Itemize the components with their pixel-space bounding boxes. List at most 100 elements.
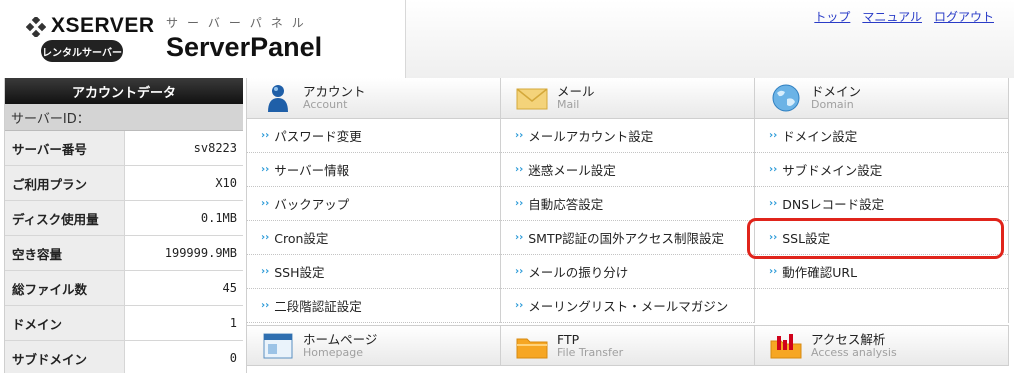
menu-item-label: ドメイン設定 — [782, 129, 858, 144]
panel-kana: サーバーパネル — [166, 16, 313, 30]
globe-icon — [772, 84, 800, 112]
menu-item-label: メールアカウント設定 — [528, 129, 654, 144]
row-label: ご利用プラン — [5, 166, 125, 200]
section-title: アカウント — [303, 84, 366, 99]
menu-item-auto-reply[interactable]: ›› 自動応答設定 — [501, 187, 754, 221]
webpage-icon — [263, 333, 293, 358]
menu-item-backup[interactable]: ›› バックアップ — [247, 187, 500, 221]
arrow-icon: ›› — [515, 266, 524, 277]
menu-item-label: Cron設定 — [274, 231, 329, 246]
section-title: FTP — [557, 331, 580, 347]
row-label: ドメイン — [5, 306, 125, 340]
row-value: 0 — [125, 341, 243, 373]
domain-header: ドメイン Domain — [755, 78, 1008, 119]
arrow-icon: ›› — [769, 232, 778, 243]
bottom-section-row: ホームページ Homepage FTP File Transfer アクセス解析… — [247, 325, 1014, 373]
section-subtitle: File Transfer — [557, 345, 624, 359]
menu-item-dns[interactable]: ›› DNSレコード設定 — [755, 187, 1008, 221]
arrow-icon: ›› — [261, 164, 270, 175]
row-value: 45 — [125, 271, 243, 305]
row-label: ディスク使用量 — [5, 201, 125, 235]
account-header: アカウント Account — [247, 78, 500, 119]
account-data-sidebar: アカウントデータ サーバーID： サーバー番号 sv8223 ご利用プラン X10 … — [4, 78, 243, 373]
row-label: サーバー番号 — [5, 131, 125, 165]
menu-item-cron[interactable]: ›› Cron設定 — [247, 221, 500, 255]
menu-item-password[interactable]: ›› パスワード変更 — [247, 119, 500, 153]
ftp-header[interactable]: FTP File Transfer — [501, 325, 755, 366]
row-value: X10 — [125, 166, 243, 200]
menu-item-smtp-restrict[interactable]: ›› SMTP認証の国外アクセス制限設定 — [501, 221, 754, 255]
sidebar-title: アカウントデータ — [5, 78, 243, 104]
access-analysis-header[interactable]: アクセス解析 Access analysis — [755, 325, 1009, 366]
homepage-header[interactable]: ホームページ Homepage — [247, 325, 501, 366]
menu-item-label: バックアップ — [274, 197, 350, 212]
menu-item-mail-account[interactable]: ›› メールアカウント設定 — [501, 119, 754, 153]
row-value: 199999.9MB — [125, 236, 243, 270]
sidebar-row: ディスク使用量 0.1MB — [5, 201, 243, 236]
section-subtitle: Mail — [557, 98, 580, 111]
brand-name: XSERVER — [51, 14, 155, 37]
menu-item-server-info[interactable]: ›› サーバー情報 — [247, 153, 500, 187]
arrow-icon: ›› — [769, 198, 778, 209]
menu-item-label: 二段階認証設定 — [274, 299, 362, 314]
menu-item-domain-settings[interactable]: ›› ドメイン設定 — [755, 119, 1008, 153]
menu-item-label: メーリングリスト・メールマガジン — [528, 299, 729, 314]
menu-item-label: メールの振り分け — [528, 265, 629, 280]
arrow-icon: ›› — [261, 300, 270, 311]
row-value: 1 — [125, 306, 243, 340]
arrow-icon: ›› — [261, 130, 270, 141]
top-nav: トップ マニュアル ログアウト — [814, 8, 994, 25]
empty-cell — [755, 289, 1008, 323]
arrow-icon: ›› — [769, 164, 778, 175]
section-title: ドメイン — [811, 84, 862, 99]
row-label: サブドメイン — [5, 341, 125, 373]
arrow-icon: ›› — [261, 232, 270, 243]
menu-item-mailing-list[interactable]: ›› メーリングリスト・メールマガジン — [501, 289, 754, 323]
menu-item-label: サーバー情報 — [274, 163, 350, 178]
rental-badge: レンタルサーバー — [41, 40, 123, 62]
section-subtitle: Account — [303, 98, 348, 111]
logo-area: XSERVER レンタルサーバー サーバーパネル ServerPanel — [0, 0, 405, 78]
section-subtitle: Homepage — [303, 345, 363, 359]
menu-item-label: DNSレコード設定 — [782, 197, 885, 212]
panel-title: ServerPanel — [166, 32, 323, 62]
section-title: アクセス解析 — [811, 331, 886, 347]
menu-item-spam[interactable]: ›› 迷惑メール設定 — [501, 153, 754, 187]
nav-top-link[interactable]: トップ — [814, 8, 850, 25]
domain-section: ドメイン Domain ›› ドメイン設定 ›› サブドメイン設定 ›› DNS… — [755, 78, 1009, 323]
account-section: アカウント Account ›› パスワード変更 ›› サーバー情報 ›› バッ… — [247, 78, 501, 323]
menu-item-subdomain[interactable]: ›› サブドメイン設定 — [755, 153, 1008, 187]
arrow-icon: ›› — [261, 266, 270, 277]
menu-item-two-factor[interactable]: ›› 二段階認証設定 — [247, 289, 500, 323]
sidebar-row: サブドメイン 0 — [5, 341, 243, 373]
sidebar-row: ご利用プラン X10 — [5, 166, 243, 201]
menu-item-label: SMTP認証の国外アクセス制限設定 — [528, 231, 725, 246]
nav-manual-link[interactable]: マニュアル — [862, 8, 922, 25]
arrow-icon: ›› — [515, 300, 524, 311]
menu-item-mail-filter[interactable]: ›› メールの振り分け — [501, 255, 754, 289]
nav-logout-link[interactable]: ログアウト — [934, 8, 994, 25]
header: XSERVER レンタルサーバー サーバーパネル ServerPanel トップ… — [0, 0, 1014, 78]
arrow-icon: ›› — [769, 266, 778, 277]
sidebar-row: 空き容量 199999.9MB — [5, 236, 243, 271]
sidebar-row: ドメイン 1 — [5, 306, 243, 341]
menu-item-label: 自動応答設定 — [528, 197, 604, 212]
arrow-icon: ›› — [515, 198, 524, 209]
menu-grid: アカウント Account ›› パスワード変更 ›› サーバー情報 ›› バッ… — [246, 78, 1014, 373]
arrow-icon: ›› — [261, 198, 270, 209]
chart-folder-icon — [770, 333, 802, 358]
sidebar-row: サーバー番号 sv8223 — [5, 131, 243, 166]
row-value: 0.1MB — [125, 201, 243, 235]
menu-item-label: パスワード変更 — [274, 129, 362, 144]
xserver-logo-icon — [26, 17, 46, 37]
arrow-icon: ›› — [515, 164, 524, 175]
menu-item-ssl[interactable]: ›› SSL設定 — [755, 221, 1008, 255]
sidebar-row: 総ファイル数 45 — [5, 271, 243, 306]
section-subtitle: Domain — [811, 98, 854, 111]
row-label: 総ファイル数 — [5, 271, 125, 305]
menu-item-ssh[interactable]: ›› SSH設定 — [247, 255, 500, 289]
arrow-icon: ›› — [769, 130, 778, 141]
section-title: ホームページ — [303, 331, 378, 347]
menu-item-label: 迷惑メール設定 — [528, 163, 616, 178]
menu-item-test-url[interactable]: ›› 動作確認URL — [755, 255, 1008, 289]
